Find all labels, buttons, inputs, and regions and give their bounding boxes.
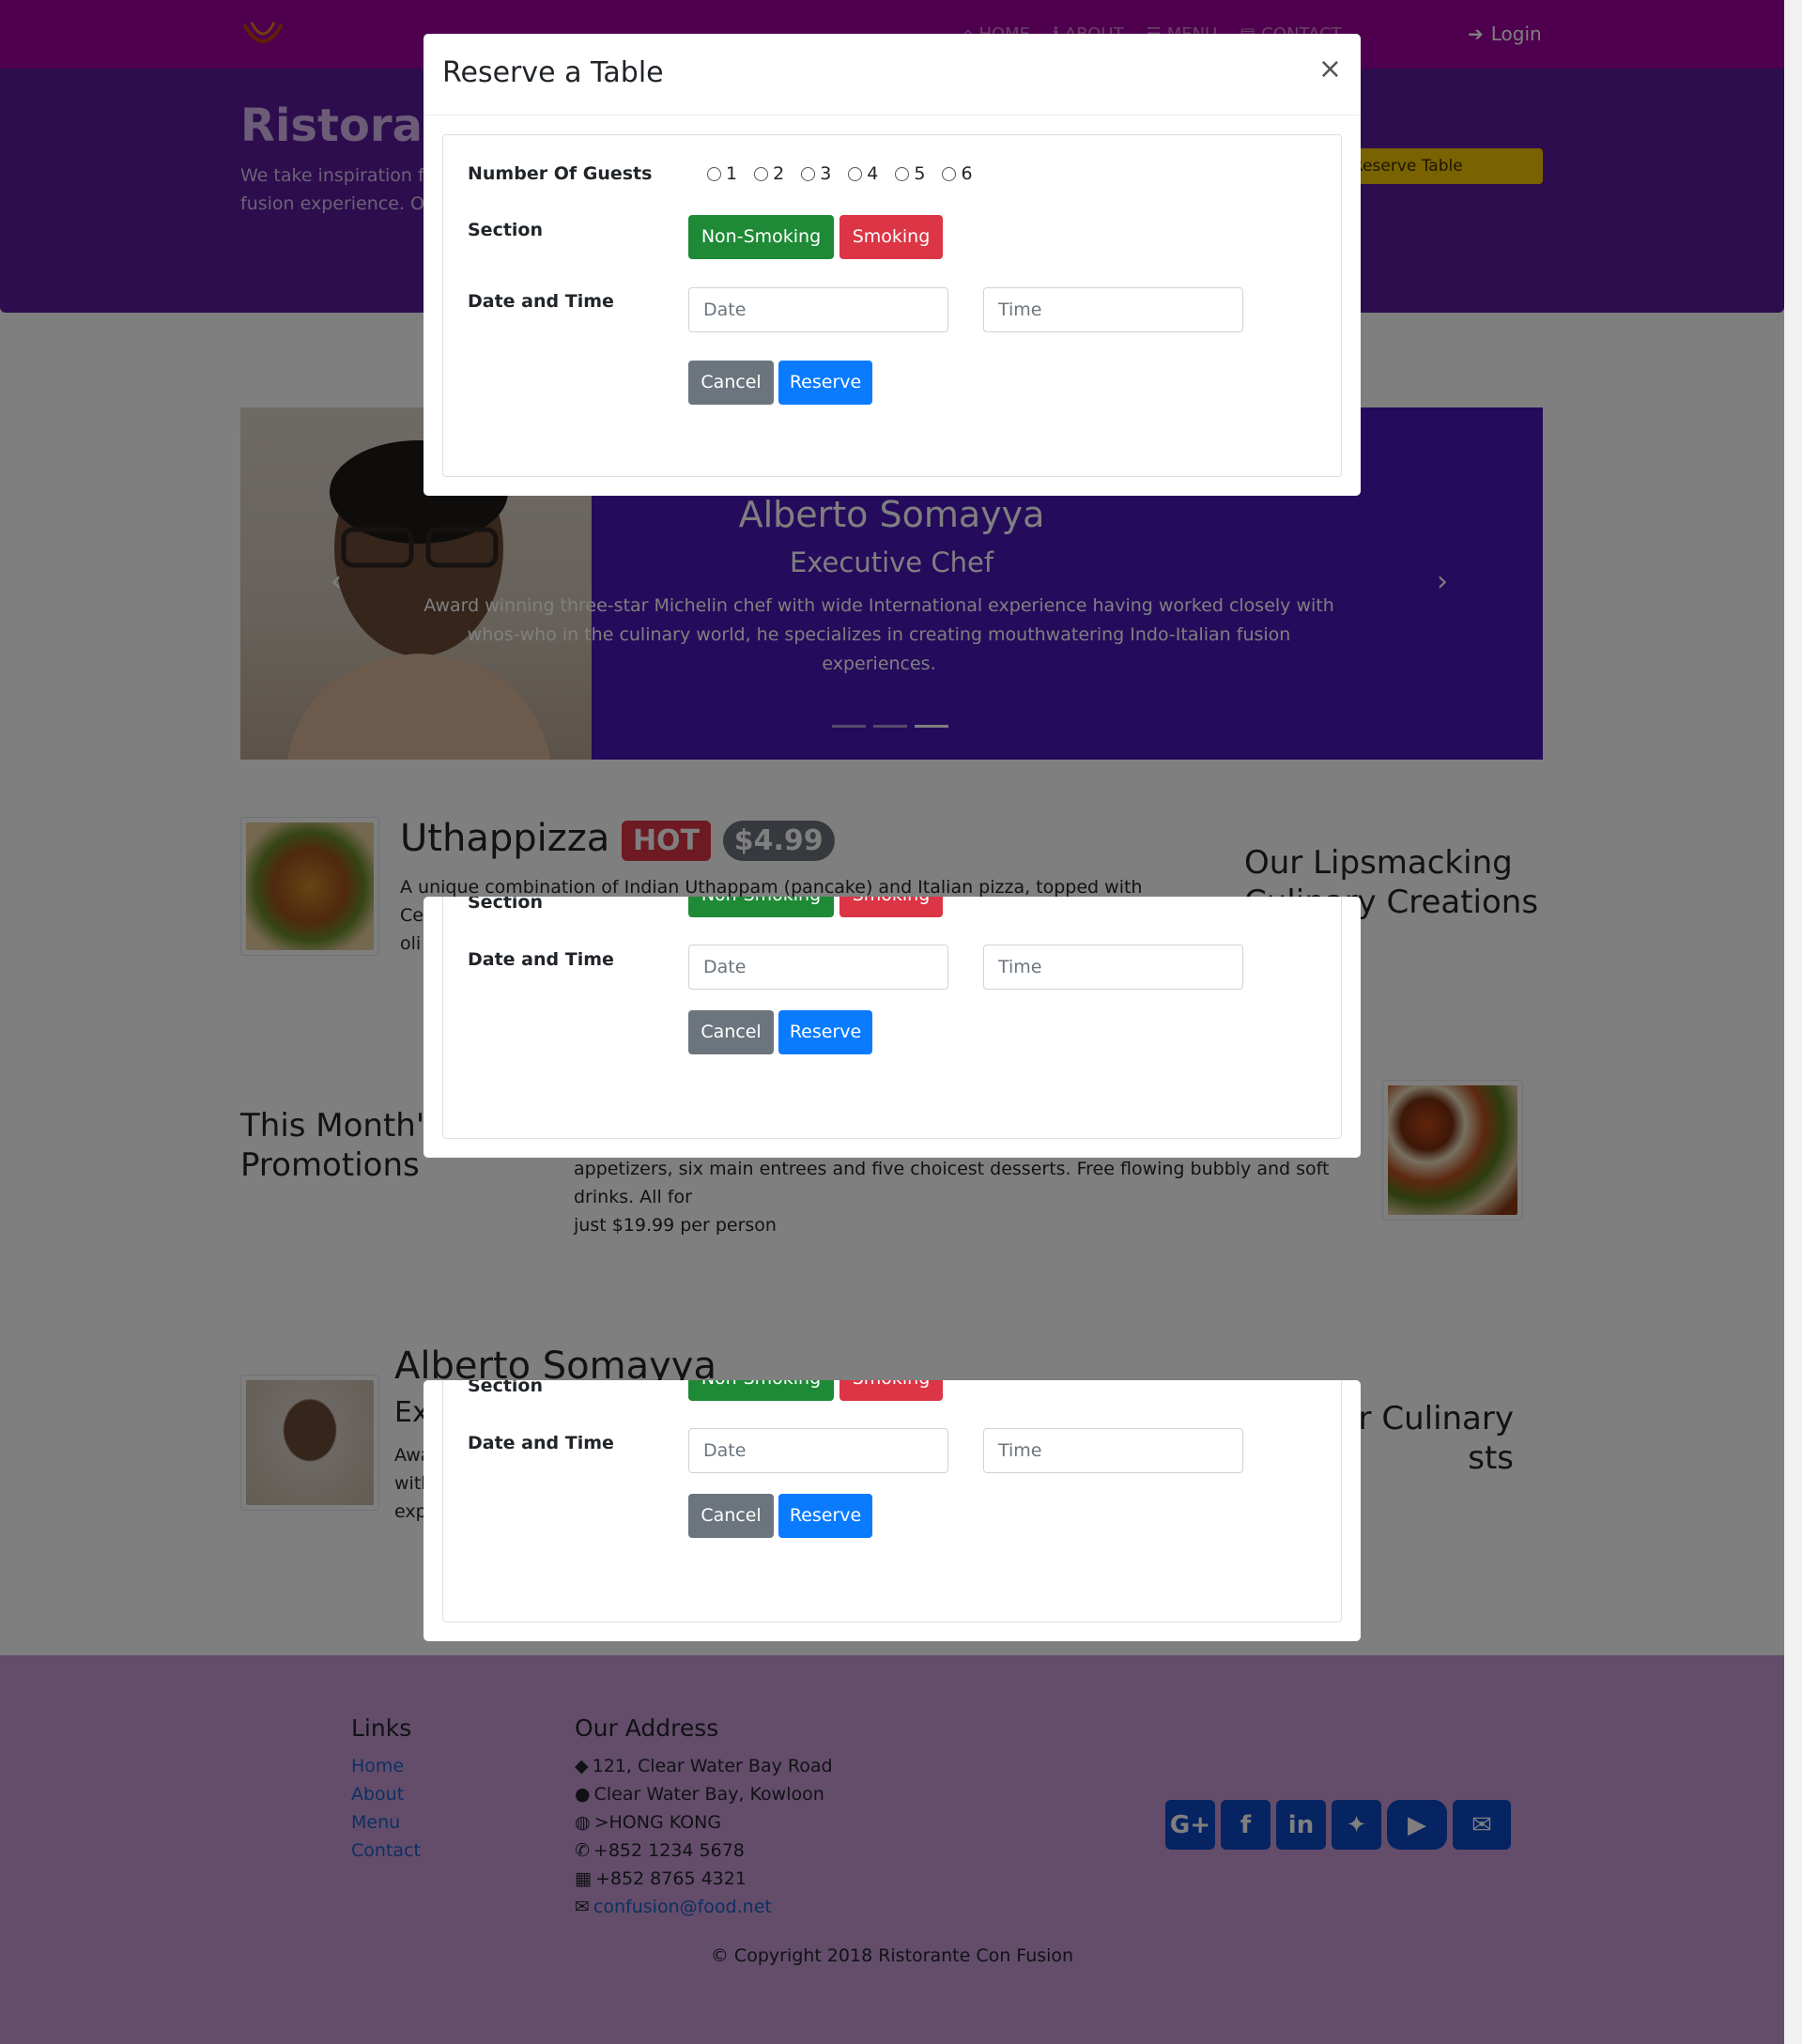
radio-circle-icon	[895, 166, 910, 181]
reserve-form: Number Of Guests 1 2 3 4 5 6 Section Non…	[442, 134, 1342, 477]
smoking-button[interactable]: Smoking	[839, 215, 943, 259]
scrollbar[interactable]	[1784, 0, 1802, 2044]
reserve-form-ghost: Section Non-Smoking Smoking Date and Tim…	[442, 897, 1342, 1139]
reserve-button[interactable]: Reserve	[778, 361, 872, 405]
datetime-label: Date and Time	[468, 291, 614, 312]
time-input[interactable]: Time	[983, 287, 1243, 332]
guest-radio-3[interactable]: 3	[801, 163, 831, 184]
date-input[interactable]: Date	[688, 287, 948, 332]
guest-radio-6[interactable]: 6	[942, 163, 973, 184]
reserve-form-ghost-2: Section Non-Smoking Smoking Date and Tim…	[442, 1380, 1342, 1622]
datetime-label-ghost-2: Date and Time	[468, 1433, 614, 1453]
guests-label: Number Of Guests	[468, 163, 653, 184]
guest-radio-2[interactable]: 2	[754, 163, 784, 184]
non-smoking-button-ghost-2[interactable]: Non-Smoking	[688, 1380, 834, 1401]
cancel-button-ghost-2[interactable]: Cancel	[688, 1494, 774, 1538]
date-input-ghost[interactable]: Date	[688, 945, 948, 990]
reserve-button-ghost-2[interactable]: Reserve	[778, 1494, 872, 1538]
guest-radio-5[interactable]: 5	[895, 163, 925, 184]
radio-circle-icon	[801, 166, 816, 181]
radio-circle-icon	[942, 166, 957, 181]
modal-header: Reserve a Table ×	[424, 34, 1361, 115]
reserve-modal-ghost-2: Section Non-Smoking Smoking Date and Tim…	[424, 1380, 1361, 1641]
section-label: Section	[468, 220, 544, 240]
guest-radio-4[interactable]: 4	[848, 163, 878, 184]
smoking-button-ghost-2[interactable]: Smoking	[839, 1380, 943, 1401]
modal-title: Reserve a Table	[442, 56, 664, 89]
reserve-modal: Reserve a Table × Number Of Guests 1 2 3…	[424, 34, 1361, 496]
cancel-button-ghost[interactable]: Cancel	[688, 1010, 774, 1054]
non-smoking-button[interactable]: Non-Smoking	[688, 215, 834, 259]
non-smoking-button-ghost[interactable]: Non-Smoking	[688, 897, 834, 917]
close-icon[interactable]: ×	[1318, 53, 1342, 85]
date-input-ghost-2[interactable]: Date	[688, 1428, 948, 1473]
smoking-button-ghost[interactable]: Smoking	[839, 897, 943, 917]
datetime-label-ghost: Date and Time	[468, 949, 614, 970]
guests-radio-group: 1 2 3 4 5 6	[707, 163, 973, 184]
reserve-button-ghost[interactable]: Reserve	[778, 1010, 872, 1054]
reserve-modal-ghost: Section Non-Smoking Smoking Date and Tim…	[424, 897, 1361, 1158]
radio-circle-icon	[707, 166, 721, 181]
time-input-ghost-2[interactable]: Time	[983, 1428, 1243, 1473]
cancel-button[interactable]: Cancel	[688, 361, 774, 405]
radio-circle-icon	[754, 166, 769, 181]
section-label-ghost-2: Section	[468, 1380, 544, 1396]
section-label-ghost: Section	[468, 897, 544, 913]
guest-radio-1[interactable]: 1	[707, 163, 737, 184]
time-input-ghost[interactable]: Time	[983, 945, 1243, 990]
radio-circle-icon	[848, 166, 863, 181]
